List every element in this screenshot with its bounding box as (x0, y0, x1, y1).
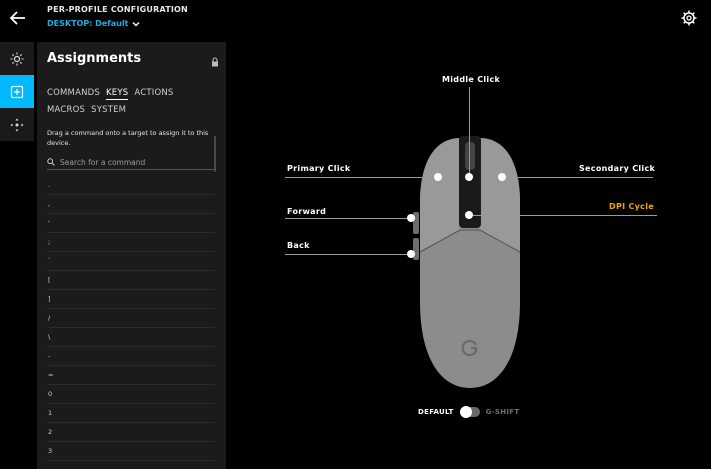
gshift-mode-label: G-SHIFT (485, 408, 520, 416)
key-list: ., '; `[] / \ - = 0 1 2 3 (47, 176, 215, 469)
key-list-item[interactable]: [ (47, 271, 215, 290)
search-icon (47, 158, 55, 166)
key-list-scrollbar[interactable] (214, 136, 216, 172)
rail-sensitivity-button[interactable] (0, 108, 34, 141)
middle-click-label[interactable]: Middle Click (442, 75, 500, 84)
rail-lighting-button[interactable] (0, 42, 34, 75)
key-list-item[interactable]: ; (47, 233, 215, 252)
key-list-item[interactable]: 0 (47, 385, 215, 404)
left-rail (0, 42, 34, 469)
gshift-toggle[interactable] (459, 406, 480, 418)
mode-toggle-group: DEFAULT G-SHIFT (418, 406, 520, 418)
secondary-click-label[interactable]: Secondary Click (579, 164, 655, 173)
dpi-cycle-label[interactable]: DPI Cycle (609, 202, 654, 211)
primary-click-leader (285, 177, 435, 178)
profile-dropdown[interactable]: DESKTOP: Default (47, 19, 140, 28)
dpi-cycle-hotspot[interactable] (465, 211, 473, 219)
back-hotspot[interactable] (407, 250, 415, 258)
forward-hotspot[interactable] (407, 214, 415, 222)
instruction-text: Drag a command onto a target to assign i… (47, 129, 209, 147)
settings-button[interactable] (681, 10, 697, 26)
key-list-item[interactable]: - (47, 347, 215, 366)
back-button[interactable] (8, 8, 28, 28)
assignments-panel: Assignments COMMANDS KEYS ACTIONS MACROS SYS… (37, 42, 226, 469)
tab-actions[interactable]: ACTIONS (134, 85, 173, 102)
chevron-down-icon (132, 21, 140, 26)
tab-system[interactable]: SYSTEM (91, 102, 126, 119)
key-list-item[interactable]: ] (47, 290, 215, 309)
key-list-item[interactable]: 3 (47, 442, 215, 461)
key-list-item[interactable]: = (47, 366, 215, 385)
key-list-item[interactable]: / (47, 309, 215, 328)
move-arrows-icon (10, 118, 24, 131)
primary-click-label[interactable]: Primary Click (287, 164, 351, 173)
tab-macros[interactable]: MACROS (47, 102, 85, 119)
top-bar: PER-PROFILE CONFIGURATION DESKTOP: Defau… (0, 0, 711, 40)
key-list-item[interactable]: , (47, 195, 215, 214)
secondary-click-hotspot[interactable] (498, 173, 506, 181)
key-list-item[interactable]: 2 (47, 423, 215, 442)
sun-icon (10, 52, 24, 65)
back-label[interactable]: Back (287, 241, 310, 250)
tab-commands[interactable]: COMMANDS (47, 85, 100, 102)
mouse-illustration (413, 136, 521, 388)
command-search (47, 155, 215, 170)
key-list-item[interactable]: . (47, 176, 215, 195)
primary-click-hotspot[interactable] (434, 173, 442, 181)
panel-title: Assignments (47, 51, 142, 66)
key-list-item[interactable]: \ (47, 328, 215, 347)
assignment-tabs: COMMANDS KEYS ACTIONS MACROS SYSTEM (47, 85, 222, 119)
key-list-item[interactable]: 1 (47, 404, 215, 423)
back-leader (285, 254, 410, 255)
gear-icon (681, 10, 697, 26)
device-view: Middle Click Primary Click Secondary Cli… (230, 40, 711, 469)
arrow-left-icon (9, 11, 25, 25)
search-input[interactable] (60, 157, 210, 167)
rail-assignments-button[interactable] (0, 75, 34, 108)
forward-leader (285, 218, 411, 219)
lock-icon (212, 57, 218, 67)
middle-click-hotspot[interactable] (465, 173, 473, 181)
secondary-click-leader (504, 177, 653, 178)
dpi-cycle-leader (473, 215, 657, 216)
plus-square-icon (10, 85, 24, 98)
tab-keys[interactable]: KEYS (106, 87, 129, 100)
page-title: PER-PROFILE CONFIGURATION (47, 5, 188, 14)
profile-dropdown-label: DESKTOP: Default (47, 19, 129, 28)
toggle-knob (459, 406, 472, 418)
default-mode-label: DEFAULT (418, 408, 454, 416)
key-list-item[interactable]: ` (47, 252, 215, 271)
forward-label[interactable]: Forward (287, 207, 326, 216)
middle-click-leader (469, 87, 470, 176)
key-list-item[interactable]: ' (47, 214, 215, 233)
